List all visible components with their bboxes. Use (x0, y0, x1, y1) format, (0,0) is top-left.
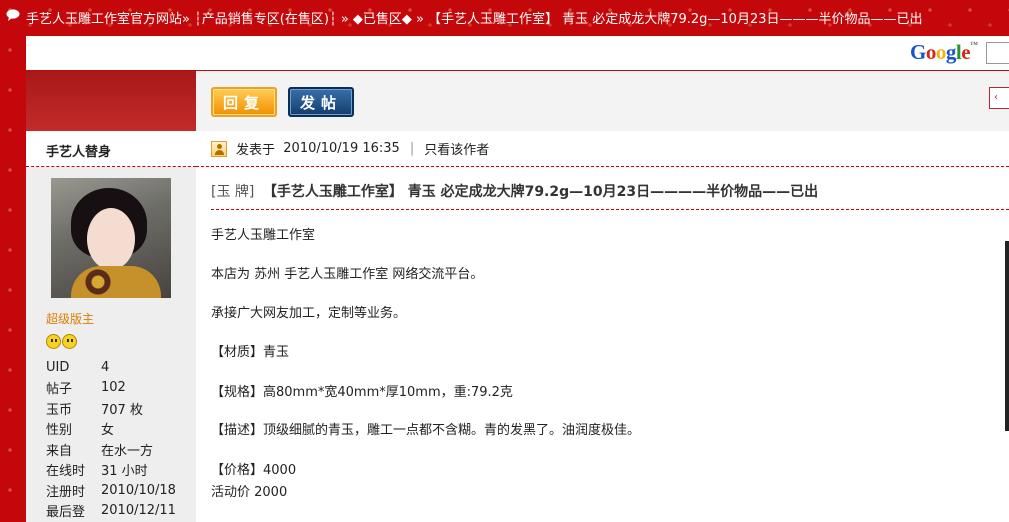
google-logo: Google™ (910, 40, 978, 64)
user-icon (211, 140, 227, 157)
author-name[interactable]: 手艺人替身 (26, 131, 196, 167)
breadcrumb-sold-link[interactable]: ◆已售区◆ » (353, 8, 424, 27)
body-line: 【规格】高80mm*宽40mm*厚10mm，重:79.2克 (211, 385, 513, 400)
body-line: 手艺人玉雕工作室 (211, 228, 316, 243)
stat-label: 最后登 (46, 505, 86, 521)
post-title-text: 【手艺人玉雕工作室】 青玉 必定成龙大牌79.2g—10月23日————半价物品… (262, 184, 819, 200)
author-only-link[interactable]: 只看该作者 (424, 139, 489, 158)
breadcrumb-forum-link[interactable]: ┆产品销售专区(在售区)┆ » (194, 8, 349, 27)
smiley-icon (46, 334, 61, 349)
stat-row: 玉币 707 枚 (46, 398, 176, 419)
avatar-face (87, 208, 135, 270)
author-stats: UID 4 帖子 102 玉币 707 枚 性别 女 来自 在水一方 在线时 31 小时 注… (46, 357, 176, 521)
thread-toolbar: 回复 发帖 ‹ (196, 71, 1009, 131)
smiley-icon (62, 334, 77, 349)
stat-value: 2010/12/11 (101, 503, 176, 519)
stat-row: UID 4 (46, 357, 176, 378)
side-tab[interactable]: ‹ (989, 87, 1009, 109)
stat-value: 707 枚 (101, 402, 143, 418)
stat-label: 注册时 (46, 484, 86, 500)
chat-bubble-icon (6, 9, 20, 21)
meta-separator: | (409, 141, 415, 156)
stat-value: 2010/10/18 (101, 482, 176, 498)
stat-value: 31 小时 (101, 464, 148, 480)
stat-row: 来自 在水一方 (46, 439, 176, 460)
body-line: 【价格】4000 (211, 463, 297, 478)
post-title: [玉 牌] 【手艺人玉雕工作室】 青玉 必定成龙大牌79.2g—10月23日——… (211, 181, 1009, 210)
post-meta: 发表于 2010/10/19 16:35 | 只看该作者 (196, 131, 1009, 167)
breadcrumb-current: 【手艺人玉雕工作室】 青玉 必定成龙大牌79.2g—10月23日———半价物品—… (427, 11, 923, 27)
google-search-bar: Google™ (26, 36, 1009, 70)
stat-label: 性别 (46, 423, 73, 439)
stat-value: 4 (101, 359, 110, 375)
breadcrumb: 手艺人玉雕工作室官方网站» ┆产品销售专区(在售区)┆ » ◆已售区◆ » 【手… (0, 0, 1009, 34)
stat-label: 帖子 (46, 382, 73, 398)
body-line: 【描述】顶级细腻的青玉，雕工一点都不含糊。青的发黑了。油润度极佳。 (211, 423, 641, 438)
stat-value: 在水一方 (101, 443, 154, 459)
stat-value: 102 (101, 380, 126, 396)
stat-row: 帖子 102 (46, 378, 176, 399)
body-line: 活动价 2000 (211, 485, 288, 500)
new-post-button[interactable]: 发帖 (288, 87, 354, 117)
posted-prefix: 发表于 (236, 143, 276, 158)
posted-time: 2010/10/19 16:35 (283, 141, 400, 156)
breadcrumb-home-link[interactable]: 手艺人玉雕工作室官方网站» (26, 8, 190, 27)
post-category-tag[interactable]: [玉 牌] (211, 184, 254, 200)
avatar[interactable] (51, 178, 171, 298)
stat-row: 最后登 2010/12/11 (46, 501, 176, 522)
scrollbar[interactable] (1005, 241, 1009, 431)
stat-row: 性别 女 (46, 419, 176, 440)
stat-label: 来自 (46, 443, 73, 459)
toolbar-left-banner (26, 71, 196, 131)
stat-row: 在线时 31 小时 (46, 460, 176, 481)
reply-button[interactable]: 回复 (211, 87, 277, 117)
post-content: 发表于 2010/10/19 16:35 | 只看该作者 [玉 牌] 【手艺人玉… (196, 131, 1009, 522)
author-rank: 超级版主 (46, 312, 95, 326)
avatar-body (71, 266, 161, 298)
thread-panel: 回复 发帖 ‹ 手艺人替身 超级版主 UID 4 帖子 102 玉币 707 枚 性别… (26, 71, 1009, 522)
google-search-input[interactable] (986, 42, 1009, 64)
stat-label: 玉币 (46, 402, 73, 418)
stat-value: 女 (101, 423, 115, 439)
body-line: 本店为 苏州 手艺人玉雕工作室 网络交流平台。 (211, 267, 484, 282)
stat-row: 注册时 2010/10/18 (46, 480, 176, 501)
body-line: 【材质】青玉 (211, 345, 290, 360)
body-line: 承接广大网友加工，定制等业务。 (211, 306, 407, 321)
stat-label: 在线时 (46, 464, 86, 480)
author-sidebar: 手艺人替身 超级版主 UID 4 帖子 102 玉币 707 枚 性别 女 来自 在水一方… (26, 131, 196, 522)
stat-label: UID (46, 359, 70, 375)
